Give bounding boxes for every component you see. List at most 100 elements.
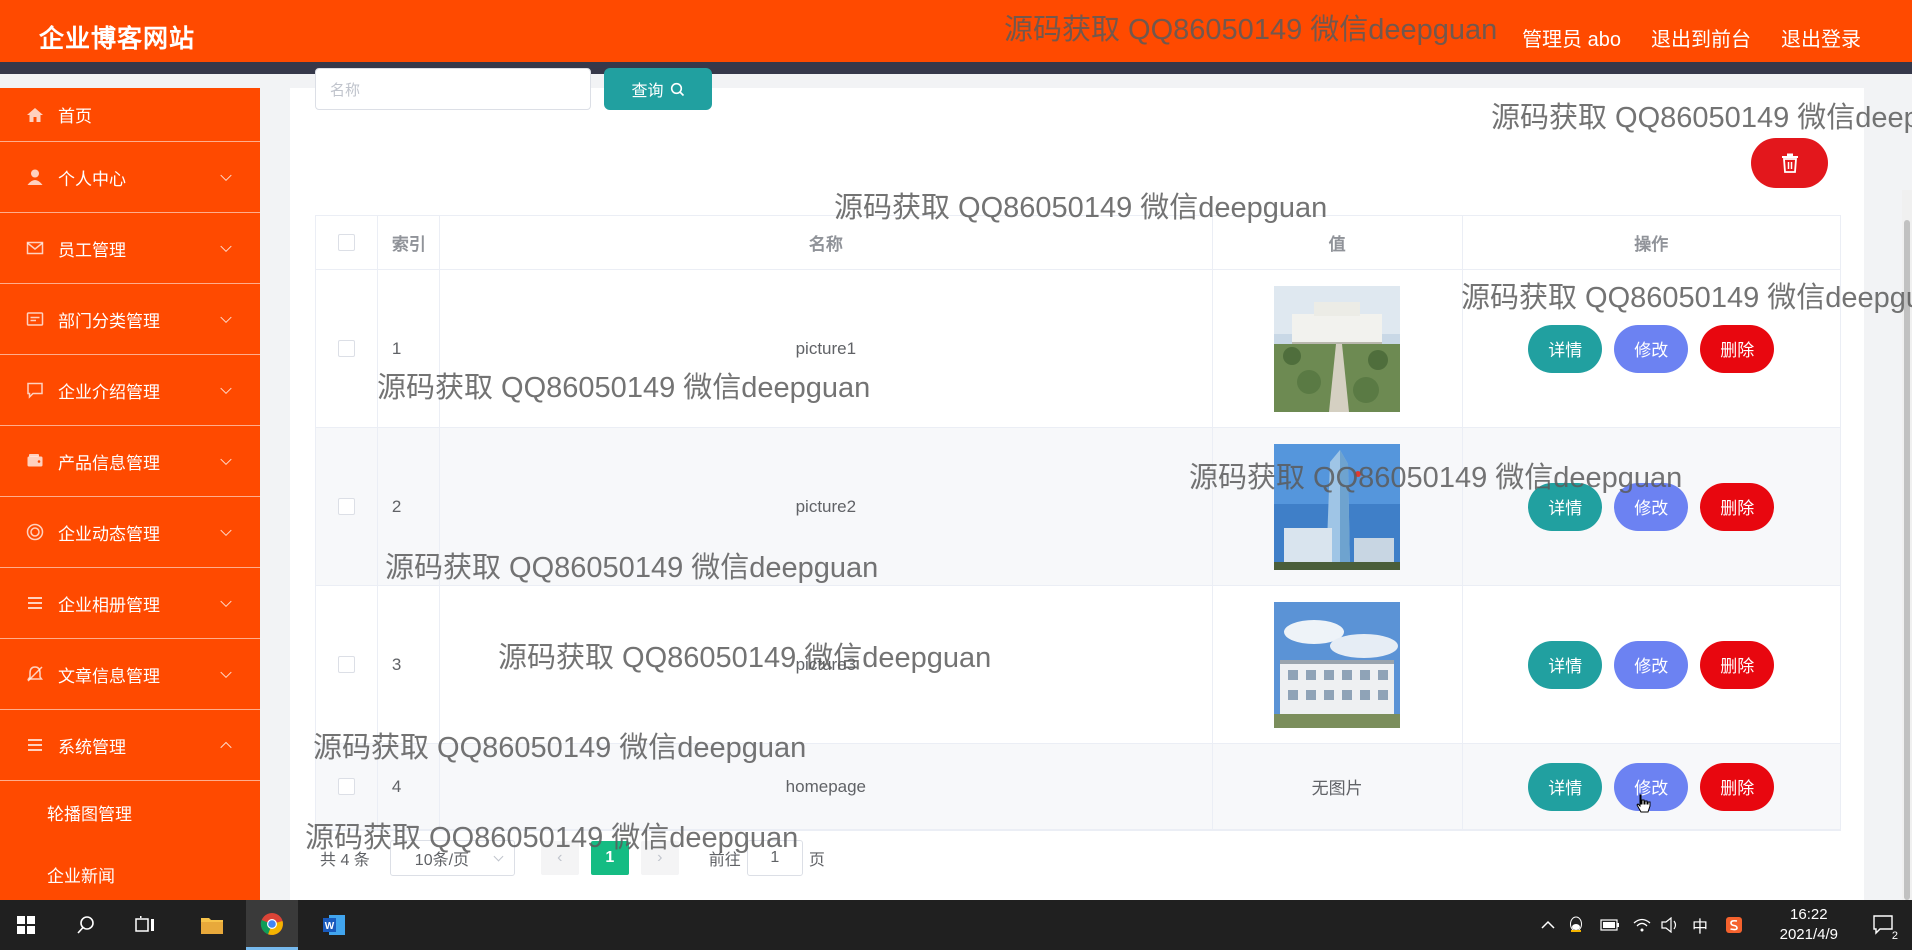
- notification-count: 2: [1891, 930, 1898, 942]
- file-explorer-icon[interactable]: [192, 900, 232, 950]
- delete-button[interactable]: 删除: [1700, 640, 1775, 689]
- column-header-name: 名称: [440, 216, 1213, 269]
- sidebar-item-label: 企业相册管理: [58, 595, 160, 615]
- chevron-down-icon: [220, 524, 232, 537]
- page-size-value: 10条/页: [414, 852, 470, 869]
- chevron-down-icon: [220, 240, 232, 253]
- detail-button[interactable]: 详情: [1528, 640, 1603, 689]
- sidebar-item-label: 企业动态管理: [58, 524, 160, 544]
- row-checkbox[interactable]: [337, 498, 355, 515]
- detail-button[interactable]: 详情: [1528, 324, 1603, 373]
- search-input[interactable]: 名称: [315, 68, 591, 110]
- search-button[interactable]: 查询: [604, 68, 712, 110]
- row-name: picture3: [440, 586, 1213, 743]
- delete-button[interactable]: 删除: [1700, 324, 1775, 373]
- search-icon: [670, 82, 685, 97]
- chevron-up-icon: [220, 741, 232, 754]
- sidebar-item-personal-center[interactable]: 个人中心: [0, 142, 260, 213]
- main-panel: 名称 查询 索引 名称 值 操作 1 picture1 详情 修改 删除 2 p…: [290, 68, 1864, 900]
- row-name: homepage: [440, 744, 1213, 829]
- exit-to-frontend-link[interactable]: 退出到前台: [1651, 23, 1751, 52]
- svg-text:W: W: [325, 921, 335, 932]
- chat-icon: [26, 381, 44, 399]
- sidebar-item-label: 首页: [58, 107, 92, 126]
- chevron-up-icon[interactable]: [1536, 900, 1560, 950]
- sidebar-item-product[interactable]: 产品信息管理: [0, 426, 260, 497]
- wifi-icon[interactable]: [1630, 900, 1654, 950]
- sogou-ime-icon[interactable]: [1722, 900, 1746, 950]
- sidebar-item-label: 文章信息管理: [58, 666, 160, 686]
- table-row: 3 picture3 详情 修改 删除: [316, 586, 1840, 744]
- user-icon: [26, 168, 44, 186]
- top-bar: 企业博客网站 管理员 abo 退出到前台 退出登录: [0, 0, 1912, 74]
- row-index: 2: [378, 428, 440, 585]
- scrollbar-thumb[interactable]: [1904, 220, 1910, 900]
- chrome-icon[interactable]: [246, 900, 298, 950]
- message-icon: [26, 310, 44, 328]
- sidebar-item-home[interactable]: 首页: [0, 88, 260, 142]
- building-photo-2: [1274, 443, 1401, 570]
- trash-icon: [1781, 153, 1799, 173]
- logout-link[interactable]: 退出登录: [1781, 23, 1861, 52]
- page-number[interactable]: 1: [590, 841, 629, 875]
- word-icon[interactable]: W: [314, 900, 354, 950]
- edit-button[interactable]: 修改: [1614, 482, 1689, 531]
- home-icon: [26, 106, 44, 124]
- select-all-checkbox[interactable]: [337, 234, 355, 251]
- sidebar-subitem-company-news[interactable]: 企业新闻: [0, 843, 260, 900]
- bulk-delete-button[interactable]: [1751, 138, 1828, 188]
- detail-button[interactable]: 详情: [1528, 762, 1603, 811]
- goto-label: 前往: [708, 852, 741, 869]
- row-checkbox[interactable]: [337, 340, 355, 357]
- search-icon[interactable]: [66, 900, 106, 950]
- sidebar-item-system[interactable]: 系统管理: [0, 710, 260, 781]
- sidebar-item-label: 产品信息管理: [58, 453, 160, 473]
- sidebar-item-label: 员工管理: [58, 240, 126, 260]
- goto-page-input[interactable]: 1: [746, 840, 803, 876]
- page-size-select[interactable]: 10条/页: [389, 840, 515, 876]
- admin-user-link[interactable]: 管理员 abo: [1522, 23, 1621, 52]
- detail-button[interactable]: 详情: [1528, 482, 1603, 531]
- chevron-left-icon: ‹: [557, 849, 563, 866]
- sidebar-item-department[interactable]: 部门分类管理: [0, 284, 260, 355]
- sidebar-item-album[interactable]: 企业相册管理: [0, 568, 260, 639]
- ime-indicator[interactable]: 中: [1688, 900, 1712, 950]
- edit-button[interactable]: 修改: [1614, 640, 1689, 689]
- row-actions: 详情 修改 删除: [1463, 428, 1841, 585]
- sidebar-item-label: 部门分类管理: [58, 311, 160, 331]
- row-checkbox[interactable]: [337, 656, 355, 673]
- sidebar-item-label: 企业介绍管理: [58, 382, 160, 402]
- chevron-down-icon: [220, 595, 232, 608]
- wallet-icon: [26, 452, 44, 470]
- sidebar-item-company-news[interactable]: 企业动态管理: [0, 497, 260, 568]
- table-row: 1 picture1 详情 修改 删除: [316, 270, 1840, 428]
- sidebar-item-employee[interactable]: 员工管理: [0, 213, 260, 284]
- mail-icon: [26, 239, 44, 257]
- delete-button[interactable]: 删除: [1700, 762, 1775, 811]
- notification-center-icon[interactable]: 2: [1864, 900, 1904, 950]
- sidebar: 首页 个人中心 员工管理 部门分类管理 企业介绍管理 产品信息管理 企业动态管理…: [0, 88, 260, 900]
- sidebar-subitem-carousel[interactable]: 轮播图管理: [0, 781, 260, 843]
- chevron-right-icon: ›: [657, 849, 663, 866]
- sidebar-item-article[interactable]: 文章信息管理: [0, 639, 260, 710]
- row-checkbox[interactable]: [337, 778, 355, 795]
- site-title: 企业博客网站: [39, 25, 196, 53]
- battery-icon[interactable]: [1598, 900, 1622, 950]
- row-index: 3: [378, 586, 440, 743]
- delete-button[interactable]: 删除: [1700, 482, 1775, 531]
- cursor-icon: [1636, 794, 1651, 813]
- qq-tray-icon[interactable]: [1564, 900, 1588, 950]
- top-bar-divider: [0, 62, 1912, 74]
- chevron-down-icon: [220, 382, 232, 395]
- page-scrollbar[interactable]: [1902, 190, 1912, 900]
- clock[interactable]: 16:22 2021/4/9: [1780, 905, 1838, 945]
- next-page-button[interactable]: ›: [640, 841, 679, 875]
- column-header-value: 值: [1213, 216, 1463, 269]
- sidebar-item-company-intro[interactable]: 企业介绍管理: [0, 355, 260, 426]
- row-actions: 详情 修改 删除: [1463, 744, 1841, 829]
- windows-start-icon[interactable]: [6, 900, 46, 950]
- prev-page-button[interactable]: ‹: [540, 841, 579, 875]
- edit-button[interactable]: 修改: [1614, 324, 1689, 373]
- task-view-icon[interactable]: [126, 900, 166, 950]
- volume-icon[interactable]: [1658, 900, 1682, 950]
